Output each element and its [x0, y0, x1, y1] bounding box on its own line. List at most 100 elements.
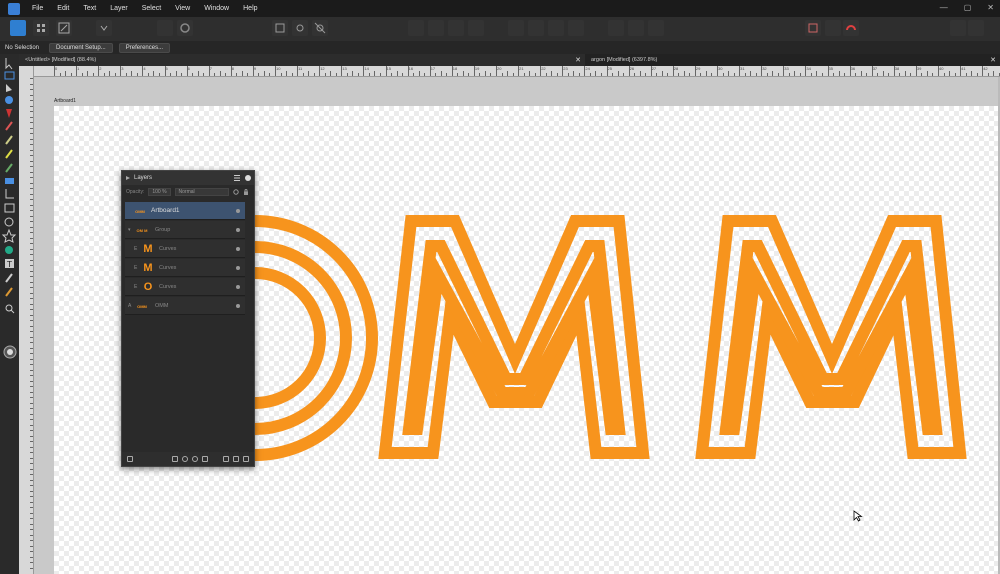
pen-tool-icon[interactable] [6, 109, 12, 118]
flip-vertical-button[interactable] [528, 20, 544, 36]
settings-button[interactable] [177, 20, 193, 36]
insert-top-button[interactable] [628, 20, 644, 36]
vector-brush-tool-icon[interactable] [5, 135, 13, 145]
flip-horizontal-button[interactable] [508, 20, 524, 36]
layer-name[interactable]: Curves [159, 284, 176, 290]
opacity-field[interactable]: 100 % [148, 188, 171, 196]
rectangle-tool-icon[interactable] [4, 203, 15, 213]
visibility-toggle[interactable] [236, 285, 240, 289]
assistant-button[interactable] [950, 20, 966, 36]
magnet-snap-button[interactable] [843, 20, 859, 36]
menu-layer[interactable]: Layer [110, 5, 128, 12]
transparency-tool-icon[interactable] [5, 178, 14, 184]
adjustment-icon[interactable] [182, 456, 188, 462]
grid-button[interactable] [825, 20, 841, 36]
pencil-tool-icon[interactable] [5, 121, 13, 131]
align-button[interactable] [292, 20, 308, 36]
visibility-toggle[interactable] [236, 247, 240, 251]
menu-select[interactable]: Select [142, 5, 161, 12]
close-panel-icon[interactable] [245, 175, 251, 181]
letter-m-first[interactable] [378, 215, 650, 459]
layer-row-curves[interactable]: E O Curves [125, 278, 245, 296]
letter-o[interactable] [254, 215, 378, 461]
minimize-button[interactable]: — [940, 3, 948, 12]
expand-chevron-icon[interactable]: ▾ [128, 227, 131, 233]
letter-m-second[interactable] [695, 215, 967, 459]
close-tab-button[interactable]: ✕ [575, 56, 581, 64]
panel-collapse-icon[interactable] [125, 175, 131, 181]
pixel-persona-button[interactable] [33, 20, 49, 36]
mask-icon[interactable] [172, 456, 178, 462]
layer-row-group[interactable]: ▾ OM M Group [125, 221, 245, 239]
live-filter-icon[interactable] [192, 456, 198, 462]
color-swatch-icon[interactable] [3, 345, 17, 359]
tab-argon[interactable]: argon [Modified] (6397.8%) ✕ [585, 54, 1000, 66]
layers-panel-header[interactable]: Layers [122, 171, 254, 185]
menu-help[interactable]: Help [243, 5, 257, 12]
layer-name[interactable]: Group [155, 227, 170, 233]
preferences-button[interactable]: Preferences... [118, 42, 171, 53]
artboard-tool-icon[interactable] [4, 71, 15, 80]
menu-text[interactable]: Text [83, 5, 96, 12]
layer-name[interactable]: OMM [155, 303, 168, 309]
node-tool-icon[interactable] [6, 84, 12, 92]
place-image-tool-icon[interactable] [5, 287, 13, 297]
export-persona-button[interactable] [56, 20, 72, 36]
boolean-divide-button[interactable] [468, 20, 484, 36]
layer-fx-icon[interactable] [127, 456, 133, 462]
tab-untitled[interactable]: <Untitled> [Modified] (88.4%) ✕ [19, 54, 585, 66]
shapes-tool-icon[interactable] [5, 246, 13, 254]
blend-mode-select[interactable]: Normal [174, 188, 229, 196]
arrange-button[interactable] [312, 20, 328, 36]
effects-icon[interactable] [202, 456, 208, 462]
corner-tool-icon[interactable] [5, 96, 13, 104]
layer-name[interactable]: Curves [159, 265, 176, 271]
visibility-toggle[interactable] [236, 266, 240, 270]
zoom-tool-icon[interactable] [5, 304, 15, 314]
designer-persona-button[interactable] [10, 20, 26, 36]
visibility-toggle[interactable] [236, 209, 240, 213]
layer-row-artboard[interactable]: OMM Artboard1 [125, 202, 245, 220]
ruler-left[interactable] [19, 66, 34, 574]
color-picker-tool-icon[interactable] [5, 273, 13, 283]
move-tool-icon[interactable] [5, 58, 13, 70]
layer-row-curves[interactable]: E M Curves [125, 259, 245, 277]
layer-row-text[interactable]: A OMM OMM [125, 297, 245, 315]
fill-tool-icon[interactable] [5, 149, 13, 159]
layer-name[interactable]: Curves [159, 246, 176, 252]
ruler-top[interactable]: 0 1 2 3 4 5 6 7 8 9 10 11 12 13 14 15 16 17 18 19 20 21 22 23 24… [34, 66, 1000, 77]
maximize-button[interactable]: ▢ [964, 3, 972, 12]
lock-icon[interactable] [243, 189, 249, 195]
undo-history-button[interactable] [157, 20, 173, 36]
rotate-left-button[interactable] [548, 20, 564, 36]
studio-toggle-button[interactable] [968, 20, 984, 36]
close-window-button[interactable]: ✕ [987, 3, 994, 12]
crop-tool-icon[interactable] [5, 189, 14, 199]
add-pixel-layer-icon[interactable] [233, 456, 239, 462]
star-tool-icon[interactable] [1, 228, 17, 243]
panel-menu-icon[interactable] [234, 175, 240, 181]
rotate-right-button[interactable] [568, 20, 584, 36]
boolean-intersect-button[interactable] [448, 20, 464, 36]
document-menu-button[interactable] [96, 20, 112, 36]
snapping-button[interactable] [805, 20, 821, 36]
menu-window[interactable]: Window [204, 5, 229, 12]
trash-icon[interactable] [243, 456, 249, 462]
layer-name[interactable]: Artboard1 [151, 207, 180, 214]
gradient-tool-icon[interactable] [5, 163, 13, 173]
insert-inside-button[interactable] [648, 20, 664, 36]
boolean-add-button[interactable] [408, 20, 424, 36]
menu-file[interactable]: File [32, 5, 43, 12]
visibility-toggle[interactable] [236, 304, 240, 308]
insert-behind-button[interactable] [608, 20, 624, 36]
menu-view[interactable]: View [175, 5, 190, 12]
layer-row-curves[interactable]: E M Curves [125, 240, 245, 258]
add-layer-icon[interactable] [223, 456, 229, 462]
ellipse-tool-icon[interactable] [4, 217, 14, 227]
boolean-subtract-button[interactable] [428, 20, 444, 36]
snap-toggle-button[interactable] [272, 20, 288, 36]
close-tab-button[interactable]: ✕ [990, 56, 996, 64]
document-setup-button[interactable]: Document Setup... [49, 42, 113, 53]
visibility-toggle[interactable] [236, 228, 240, 232]
affinity-designer-icon[interactable] [8, 2, 20, 15]
